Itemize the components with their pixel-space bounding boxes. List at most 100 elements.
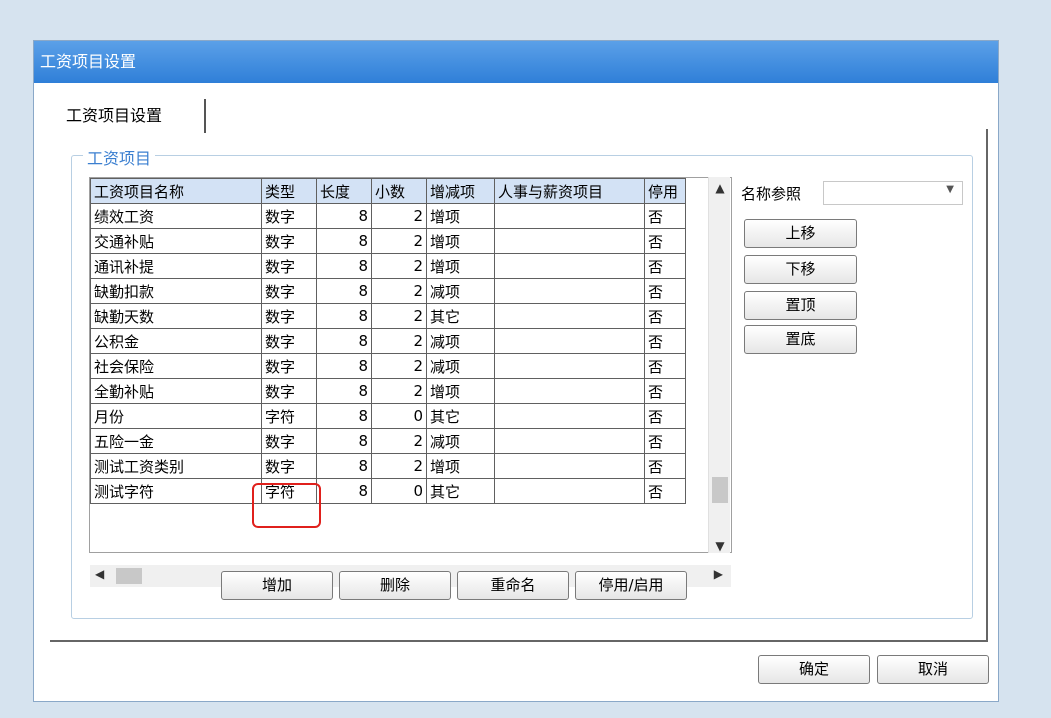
cell-hr-payroll-item[interactable]	[494, 378, 645, 404]
cell-disabled[interactable]: 否	[644, 278, 686, 304]
table-row[interactable]: 公积金 数字 8 2 减项 否	[90, 328, 686, 354]
cell-length[interactable]: 8	[316, 303, 372, 329]
chevron-up-icon[interactable]: ▲	[709, 181, 731, 195]
chevron-down-icon[interactable]: ▼	[946, 184, 954, 195]
chevron-right-icon[interactable]: ▶	[714, 567, 723, 581]
cell-disabled[interactable]: 否	[644, 428, 686, 454]
cell-hr-payroll-item[interactable]	[494, 253, 645, 279]
cell-increase-decrease[interactable]: 增项	[426, 203, 495, 229]
cell-decimals[interactable]: 2	[371, 428, 427, 454]
cell-type[interactable]: 数字	[261, 328, 317, 354]
cell-disabled[interactable]: 否	[644, 203, 686, 229]
cell-decimals[interactable]: 2	[371, 453, 427, 479]
cell-type[interactable]: 数字	[261, 253, 317, 279]
delete-button[interactable]: 删除	[339, 571, 451, 600]
cell-name[interactable]: 社会保险	[90, 353, 262, 379]
rename-button[interactable]: 重命名	[457, 571, 569, 600]
add-button[interactable]: 增加	[221, 571, 333, 600]
cell-type[interactable]: 数字	[261, 203, 317, 229]
cell-name[interactable]: 绩效工资	[90, 203, 262, 229]
cell-increase-decrease[interactable]: 其它	[426, 303, 495, 329]
col-header-type[interactable]: 类型	[261, 178, 317, 204]
table-row[interactable]: 缺勤扣款 数字 8 2 减项 否	[90, 278, 686, 304]
cell-length[interactable]: 8	[316, 278, 372, 304]
cell-name[interactable]: 测试工资类别	[90, 453, 262, 479]
cell-disabled[interactable]: 否	[644, 478, 686, 504]
cell-name[interactable]: 公积金	[90, 328, 262, 354]
chevron-down-icon[interactable]: ▼	[709, 539, 731, 553]
cell-disabled[interactable]: 否	[644, 253, 686, 279]
chevron-left-icon[interactable]: ◀	[95, 567, 104, 581]
cell-length[interactable]: 8	[316, 328, 372, 354]
cell-hr-payroll-item[interactable]	[494, 303, 645, 329]
cell-hr-payroll-item[interactable]	[494, 403, 645, 429]
cell-type[interactable]: 字符	[261, 403, 317, 429]
move-to-top-button[interactable]: 置顶	[744, 291, 857, 320]
vertical-scrollbar[interactable]: ▲ ▼	[708, 177, 730, 553]
col-header-disabled[interactable]: 停用	[644, 178, 686, 204]
disable-enable-button[interactable]: 停用/启用	[575, 571, 687, 600]
cell-increase-decrease[interactable]: 增项	[426, 378, 495, 404]
cell-length[interactable]: 8	[316, 453, 372, 479]
cell-name[interactable]: 通讯补提	[90, 253, 262, 279]
cell-decimals[interactable]: 2	[371, 253, 427, 279]
cell-type[interactable]: 数字	[261, 278, 317, 304]
col-header-increase-decrease[interactable]: 增减项	[426, 178, 495, 204]
cell-hr-payroll-item[interactable]	[494, 453, 645, 479]
table-row[interactable]: 社会保险 数字 8 2 减项 否	[90, 353, 686, 379]
cancel-button[interactable]: 取消	[877, 655, 989, 684]
cell-increase-decrease[interactable]: 增项	[426, 253, 495, 279]
cell-decimals[interactable]: 2	[371, 378, 427, 404]
table-row[interactable]: 测试工资类别 数字 8 2 增项 否	[90, 453, 686, 479]
cell-hr-payroll-item[interactable]	[494, 428, 645, 454]
cell-length[interactable]: 8	[316, 253, 372, 279]
cell-increase-decrease[interactable]: 增项	[426, 453, 495, 479]
cell-increase-decrease[interactable]: 减项	[426, 353, 495, 379]
cell-length[interactable]: 8	[316, 353, 372, 379]
table-row[interactable]: 通讯补提 数字 8 2 增项 否	[90, 253, 686, 279]
col-header-hr-payroll-item[interactable]: 人事与薪资项目	[494, 178, 645, 204]
cell-hr-payroll-item[interactable]	[494, 353, 645, 379]
cell-type[interactable]: 数字	[261, 453, 317, 479]
cell-name[interactable]: 测试字符	[90, 478, 262, 504]
cell-decimals[interactable]: 2	[371, 353, 427, 379]
cell-decimals[interactable]: 2	[371, 278, 427, 304]
move-up-button[interactable]: 上移	[744, 219, 857, 248]
cell-hr-payroll-item[interactable]	[494, 278, 645, 304]
table-row[interactable]: 测试字符 字符 8 0 其它 否	[90, 478, 686, 504]
cell-length[interactable]: 8	[316, 203, 372, 229]
cell-disabled[interactable]: 否	[644, 228, 686, 254]
cell-decimals[interactable]: 2	[371, 228, 427, 254]
tab-salary-item-settings[interactable]: 工资项目设置	[52, 99, 206, 133]
cell-name[interactable]: 交通补贴	[90, 228, 262, 254]
cell-increase-decrease[interactable]: 其它	[426, 403, 495, 429]
cell-increase-decrease[interactable]: 增项	[426, 228, 495, 254]
cell-disabled[interactable]: 否	[644, 403, 686, 429]
horizontal-scroll-thumb[interactable]	[116, 568, 142, 584]
col-header-decimals[interactable]: 小数	[371, 178, 427, 204]
cell-decimals[interactable]: 0	[371, 478, 427, 504]
cell-name[interactable]: 缺勤天数	[90, 303, 262, 329]
cell-length[interactable]: 8	[316, 403, 372, 429]
cell-name[interactable]: 月份	[90, 403, 262, 429]
table-row[interactable]: 交通补贴 数字 8 2 增项 否	[90, 228, 686, 254]
name-reference-select[interactable]: ▼	[823, 181, 963, 205]
cell-type[interactable]: 数字	[261, 303, 317, 329]
table-row[interactable]: 全勤补贴 数字 8 2 增项 否	[90, 378, 686, 404]
cell-length[interactable]: 8	[316, 478, 372, 504]
cell-name[interactable]: 全勤补贴	[90, 378, 262, 404]
cell-hr-payroll-item[interactable]	[494, 228, 645, 254]
col-header-name[interactable]: 工资项目名称	[90, 178, 262, 204]
cell-decimals[interactable]: 2	[371, 203, 427, 229]
ok-button[interactable]: 确定	[758, 655, 870, 684]
cell-name[interactable]: 五险一金	[90, 428, 262, 454]
table-row[interactable]: 月份 字符 8 0 其它 否	[90, 403, 686, 429]
cell-increase-decrease[interactable]: 减项	[426, 328, 495, 354]
move-to-bottom-button[interactable]: 置底	[744, 325, 857, 354]
cell-type[interactable]: 数字	[261, 353, 317, 379]
vertical-scroll-thumb[interactable]	[712, 477, 728, 503]
cell-decimals[interactable]: 0	[371, 403, 427, 429]
cell-length[interactable]: 8	[316, 378, 372, 404]
cell-hr-payroll-item[interactable]	[494, 328, 645, 354]
move-down-button[interactable]: 下移	[744, 255, 857, 284]
